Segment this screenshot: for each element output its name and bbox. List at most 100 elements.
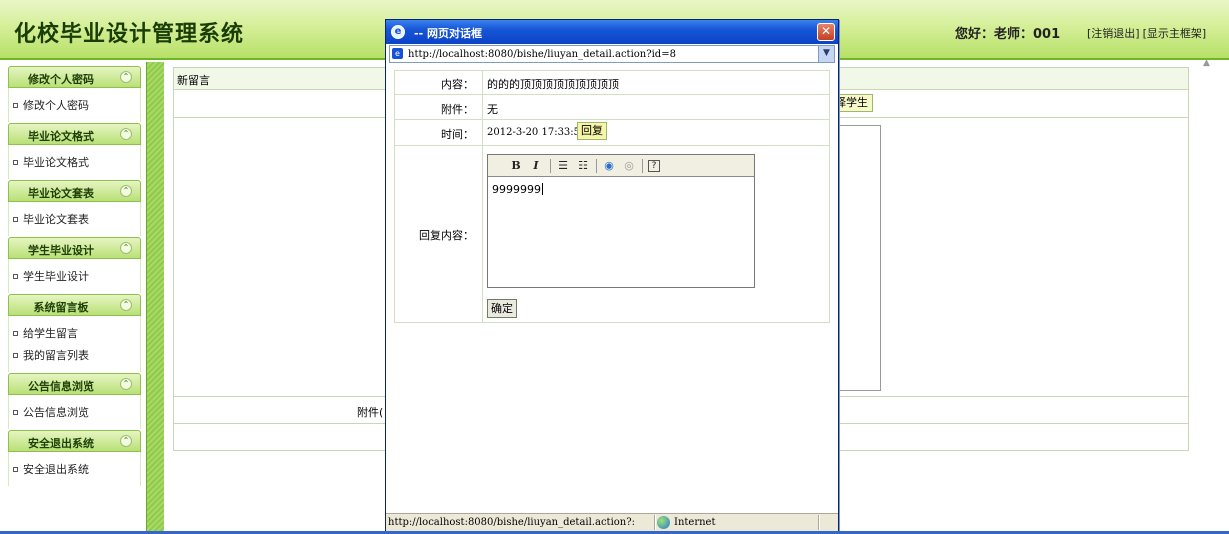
page-icon: e bbox=[392, 48, 403, 59]
toolbar-separator bbox=[550, 159, 551, 173]
status-separator bbox=[818, 515, 820, 530]
collapse-icon[interactable]: ⌃ bbox=[120, 71, 132, 83]
rich-text-editor: B I ☰ ☷ ◉ ◎ ? 9999999 bbox=[487, 154, 755, 288]
bullet-icon bbox=[13, 274, 18, 279]
bullet-icon bbox=[13, 410, 18, 415]
site-title: 化校毕业设计管理系统 bbox=[14, 21, 245, 47]
sidebar-item-student-design[interactable]: 学生毕业设计 bbox=[13, 268, 89, 284]
address-bar[interactable]: e http://localhost:8080/bishe/liuyan_det… bbox=[389, 45, 835, 63]
sidebar-section-body: 修改个人密码 bbox=[8, 88, 141, 122]
attachment-value: 无 bbox=[487, 103, 498, 116]
attachment-label: 附件( bbox=[357, 406, 384, 419]
sidebar-section-title: 毕业论文套表 bbox=[28, 187, 94, 200]
logout-link[interactable]: [注销退出] bbox=[1087, 27, 1140, 40]
attachment-label-cell: 附件： bbox=[395, 95, 483, 119]
reply-text: 9999999 bbox=[492, 183, 541, 196]
help-icon[interactable]: ? bbox=[648, 160, 660, 172]
sidebar-section-body: 安全退出系统 bbox=[8, 452, 141, 486]
sidebar-item-logout[interactable]: 安全退出系统 bbox=[13, 461, 89, 477]
sidebar-section-title: 公告信息浏览 bbox=[28, 380, 94, 393]
time-row: 时间： 2012-3-20 17:33:59 回复 bbox=[395, 120, 829, 146]
sidebar-section-logout[interactable]: 安全退出系统 ⌃ bbox=[8, 430, 141, 452]
sidebar-item-announcements[interactable]: 公告信息浏览 bbox=[13, 404, 89, 420]
ordered-list-icon[interactable]: ☰ bbox=[555, 158, 571, 174]
sidebar-splitter[interactable] bbox=[146, 62, 164, 534]
confirm-button[interactable]: 确定 bbox=[487, 299, 517, 318]
time-value: 2012-3-20 17:33:59 bbox=[487, 127, 587, 138]
dialog-title: -- 网页对话框 bbox=[414, 27, 482, 40]
sidebar-section-student-design[interactable]: 学生毕业设计 ⌃ bbox=[8, 237, 141, 259]
content-row: 内容： 的的的顶顶顶顶顶顶顶顶顶 bbox=[395, 71, 829, 95]
collapse-icon[interactable]: ⌃ bbox=[120, 242, 132, 254]
sidebar-section-title: 安全退出系统 bbox=[28, 437, 94, 450]
close-icon[interactable]: ✕ bbox=[817, 23, 835, 41]
attachment-detail-label: 附件： bbox=[441, 103, 474, 116]
reply-label-cell: 回复内容： bbox=[395, 146, 483, 322]
dialog-statusbar: http://localhost:8080/bishe/liuyan_detai… bbox=[386, 513, 838, 531]
reply-content-label: 回复内容： bbox=[419, 229, 474, 242]
toolbar-separator bbox=[642, 159, 643, 173]
form-header-label: 新留言 bbox=[177, 74, 210, 87]
sidebar-section-message-board[interactable]: 系统留言板 ⌃ bbox=[8, 294, 141, 316]
sidebar-item-thesis-templates[interactable]: 毕业论文套表 bbox=[13, 211, 89, 227]
sidebar-item-message-students[interactable]: 给学生留言 bbox=[13, 325, 78, 341]
sidebar-item-my-messages[interactable]: 我的留言列表 bbox=[13, 347, 89, 363]
web-dialog: e -- 网页对话框 ✕ e http://localhost:8080/bis… bbox=[385, 19, 839, 532]
time-label-cell: 时间： bbox=[395, 120, 483, 145]
sidebar-item-change-password[interactable]: 修改个人密码 bbox=[13, 97, 89, 113]
bullet-icon bbox=[13, 160, 18, 165]
toolbar-separator bbox=[596, 159, 597, 173]
reply-button[interactable]: 回复 bbox=[577, 122, 607, 140]
dialog-titlebar[interactable]: e -- 网页对话框 ✕ bbox=[386, 20, 838, 44]
sidebar-section-title: 修改个人密码 bbox=[28, 73, 94, 86]
reply-row: 回复内容： B I ☰ ☷ ◉ ◎ ? 9999999 确定 bbox=[395, 146, 829, 322]
header-links: [注销退出] [显示主框架] bbox=[1087, 25, 1209, 41]
sidebar-section-announcements[interactable]: 公告信息浏览 ⌃ bbox=[8, 373, 141, 395]
address-url: http://localhost:8080/bishe/liuyan_detai… bbox=[408, 49, 676, 60]
bold-icon[interactable]: B bbox=[508, 158, 524, 174]
chevron-down-icon[interactable]: ▼ bbox=[818, 46, 834, 62]
reply-editor-area[interactable]: 9999999 bbox=[492, 183, 543, 196]
sidebar-section-body: 毕业论文格式 bbox=[8, 145, 141, 179]
sidebar-section-thesis-format[interactable]: 毕业论文格式 ⌃ bbox=[8, 123, 141, 145]
text-caret bbox=[542, 183, 543, 195]
unlink-icon[interactable]: ◎ bbox=[621, 158, 637, 174]
sidebar-section-title: 毕业论文格式 bbox=[28, 130, 94, 143]
sidebar-section-title: 系统留言板 bbox=[33, 301, 89, 314]
sidebar-section-thesis-templates[interactable]: 毕业论文套表 ⌃ bbox=[8, 180, 141, 202]
time-label: 时间： bbox=[441, 128, 474, 141]
attachment-detail-row: 附件： 无 bbox=[395, 95, 829, 120]
status-url: http://localhost:8080/bishe/liuyan_detai… bbox=[388, 517, 635, 528]
collapse-icon[interactable]: ⌃ bbox=[120, 435, 132, 447]
security-zone: Internet bbox=[674, 517, 716, 528]
bullet-icon bbox=[13, 467, 18, 472]
unordered-list-icon[interactable]: ☷ bbox=[575, 158, 591, 174]
italic-icon[interactable]: I bbox=[528, 158, 544, 174]
sidebar-section-title: 学生毕业设计 bbox=[28, 244, 94, 257]
message-detail-form: 内容： 的的的顶顶顶顶顶顶顶顶顶 附件： 无 时间： 2012-3-20 17:… bbox=[394, 70, 830, 323]
bullet-icon bbox=[13, 353, 18, 358]
sidebar-section-body: 毕业论文套表 bbox=[8, 202, 141, 236]
collapse-icon[interactable]: ⌃ bbox=[120, 185, 132, 197]
collapse-icon[interactable]: ⌃ bbox=[120, 378, 132, 390]
editor-toolbar: B I ☰ ☷ ◉ ◎ ? bbox=[488, 155, 754, 177]
collapse-icon[interactable]: ⌃ bbox=[120, 299, 132, 311]
content-value: 的的的顶顶顶顶顶顶顶顶顶 bbox=[487, 78, 619, 91]
content-label: 内容： bbox=[441, 78, 474, 91]
message-textarea[interactable] bbox=[836, 125, 881, 391]
sidebar-section-change-password[interactable]: 修改个人密码 ⌃ bbox=[8, 66, 141, 88]
content-label-cell: 内容： bbox=[395, 71, 483, 94]
sidebar-section-body: 给学生留言 我的留言列表 bbox=[8, 316, 141, 372]
sidebar-section-body: 学生毕业设计 bbox=[8, 259, 141, 293]
show-main-frame-link[interactable]: [显示主框架] bbox=[1143, 27, 1207, 40]
bullet-icon bbox=[13, 103, 18, 108]
link-icon[interactable]: ◉ bbox=[601, 158, 617, 174]
status-separator bbox=[654, 515, 656, 530]
sidebar: 修改个人密码 ⌃ 修改个人密码 毕业论文格式 ⌃ 毕业论文格式 毕业论文套表 ⌃… bbox=[0, 62, 146, 534]
collapse-icon[interactable]: ⌃ bbox=[120, 128, 132, 140]
bullet-icon bbox=[13, 217, 18, 222]
sidebar-item-thesis-format[interactable]: 毕业论文格式 bbox=[13, 154, 89, 170]
page-scrollbar-up[interactable]: ▲ bbox=[1203, 58, 1215, 70]
user-greeting: 您好：老师：001 bbox=[955, 27, 1061, 42]
globe-icon bbox=[657, 516, 670, 529]
